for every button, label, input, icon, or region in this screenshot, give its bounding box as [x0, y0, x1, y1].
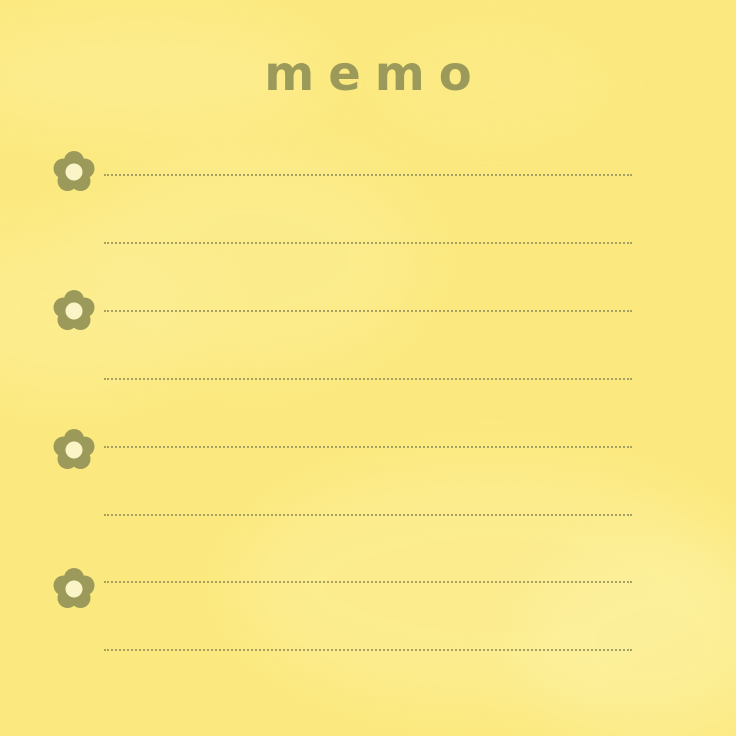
memo-line[interactable]: [0, 378, 736, 380]
dotted-line: [104, 649, 632, 651]
dotted-line: [104, 310, 632, 312]
flower-icon: [53, 290, 95, 330]
memo-line[interactable]: [0, 242, 736, 244]
memo-line[interactable]: [0, 310, 736, 312]
memo-line[interactable]: [0, 649, 736, 651]
flower-icon: [53, 151, 95, 191]
memo-line[interactable]: [0, 581, 736, 583]
flower-icon: [53, 568, 95, 608]
memo-line[interactable]: [0, 446, 736, 448]
memo-line[interactable]: [0, 174, 736, 176]
memo-page: memo: [0, 0, 736, 736]
dotted-line: [104, 378, 632, 380]
dotted-line: [104, 242, 632, 244]
dotted-line: [104, 581, 632, 583]
flower-icon: [53, 429, 95, 469]
dotted-line: [104, 446, 632, 448]
dotted-line: [104, 514, 632, 516]
memo-line[interactable]: [0, 514, 736, 516]
dotted-line: [104, 174, 632, 176]
memo-title: memo: [264, 46, 486, 102]
